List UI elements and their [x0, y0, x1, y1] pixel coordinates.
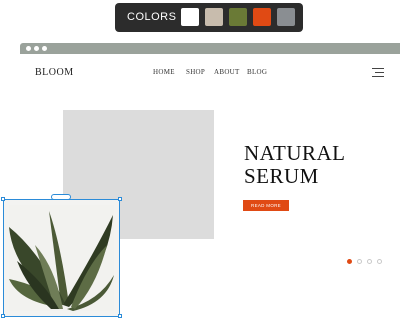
color-palette: COLORS [115, 3, 303, 32]
pager-dot-1[interactable] [347, 259, 352, 264]
hero-title-line-2: SERUM [244, 164, 319, 188]
plant-image-selected[interactable] [3, 199, 120, 317]
swatch-orange[interactable] [253, 8, 271, 26]
swatch-beige[interactable] [205, 8, 223, 26]
read-more-button[interactable]: READ MORE [243, 200, 289, 211]
nav-home[interactable]: HOME [153, 68, 175, 76]
window-dot-icon [42, 46, 47, 51]
site-logo[interactable]: BLOOM [35, 67, 74, 78]
browser-title-bar [20, 43, 400, 54]
palette-label: COLORS [127, 11, 177, 23]
resize-handle-bottom-right[interactable] [118, 314, 122, 318]
nav-shop[interactable]: SHOP [186, 68, 205, 76]
swatch-white[interactable] [181, 8, 199, 26]
hero-title: NATURAL SERUM [244, 142, 346, 188]
pager-dot-4[interactable] [377, 259, 382, 264]
swatch-olive[interactable] [229, 8, 247, 26]
resize-handle-bottom-left[interactable] [1, 314, 5, 318]
nav-blog[interactable]: BLOG [247, 68, 267, 76]
pager-dot-2[interactable] [357, 259, 362, 264]
plant-photo [9, 205, 114, 311]
nav-about[interactable]: ABOUT [214, 68, 240, 76]
window-dot-icon [26, 46, 31, 51]
rotate-handle[interactable] [51, 194, 71, 200]
resize-handle-top-right[interactable] [118, 197, 122, 201]
hamburger-menu-icon[interactable] [370, 67, 384, 78]
window-dot-icon [34, 46, 39, 51]
swatch-gray[interactable] [277, 8, 295, 26]
pager-dot-3[interactable] [367, 259, 372, 264]
resize-handle-top-left[interactable] [1, 197, 5, 201]
hero-title-line-1: NATURAL [244, 141, 346, 165]
